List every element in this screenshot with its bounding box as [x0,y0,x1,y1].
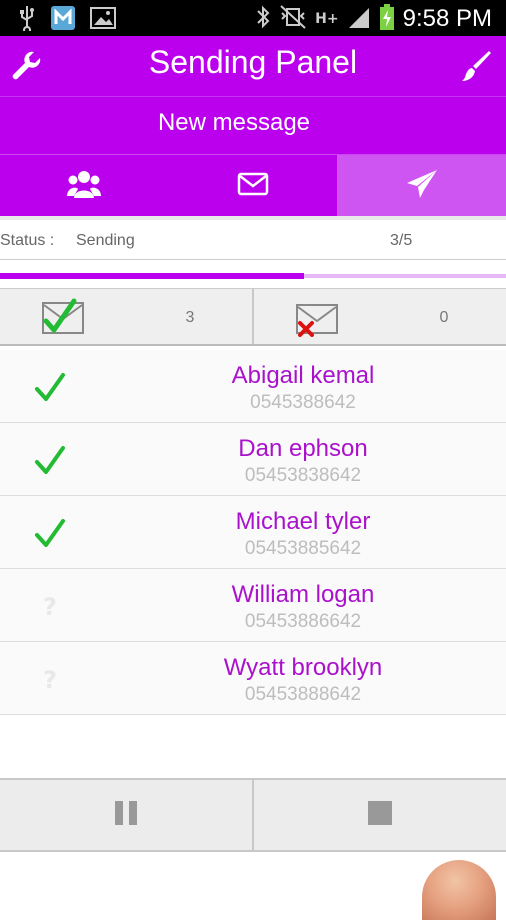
message-subheader: New message [0,96,506,154]
bluetooth-icon [255,4,271,34]
result-counters: 3 0 [0,288,506,346]
brush-icon[interactable] [460,50,494,84]
image-notification-icon [90,6,116,34]
finger-image [422,860,496,920]
progress-fill [0,273,304,279]
list-item[interactable]: ? William logan 05453886642 [0,569,506,642]
contact-name: Michael tyler [235,508,371,535]
contact-phone: 05453885642 [244,538,362,559]
stop-icon [367,800,393,830]
check-icon [28,441,72,481]
status-value: Sending [76,232,135,249]
failed-counter: 0 [252,289,506,344]
status-count: 3/5 [390,232,413,249]
recipient-list: Abigail kemal 0545388642 Dan ephson 0545383… [0,350,506,715]
stop-button[interactable] [252,780,506,850]
system-status-bar: H+ 9:58 PM [0,0,506,36]
list-item[interactable]: Michael tyler 05453885642 [0,496,506,569]
tab-bar [0,154,506,216]
contact-phone: 05453838642 [244,465,362,486]
notification-icons [18,5,116,35]
pending-icon: ? [28,587,72,627]
network-type-label: H+ [315,11,339,27]
send-status: Status : Sending 3/5 [0,216,506,260]
contact-name: William logan [231,581,375,608]
pending-icon: ? [28,660,72,700]
group-icon [67,169,102,203]
clock: 9:58 PM [402,5,492,32]
failed-count: 0 [439,309,449,326]
check-icon [28,514,72,554]
list-item[interactable]: ? Wyatt brooklyn 05453888642 [0,642,506,715]
pause-button[interactable] [0,780,252,850]
pending-glyph: ? [43,666,57,694]
status-label: Status : [0,232,55,249]
tab-message[interactable] [169,155,338,216]
contact-name: Abigail kemal [231,362,375,389]
battery-icon [379,3,395,35]
sent-count: 3 [185,309,195,326]
app-header: Sending Panel [0,36,506,96]
signal-icon [347,4,371,34]
list-item[interactable]: Dan ephson 05453838642 [0,423,506,496]
app-notification-icon [50,5,76,35]
playback-controls [0,778,506,852]
tab-send[interactable] [337,155,506,216]
contact-name: Wyatt brooklyn [223,654,383,681]
failed-envelope-icon [296,297,340,341]
system-icons: H+ 9:58 PM [255,3,492,35]
contact-phone: 05453888642 [244,684,362,705]
vibrate-mute-icon [279,4,307,34]
envelope-icon [237,172,269,200]
pause-icon [113,800,139,830]
footer-area [0,852,506,920]
page-title: Sending Panel [148,44,358,80]
usb-icon [18,5,36,35]
contact-name: Dan ephson [238,435,368,462]
send-icon [405,169,439,203]
list-item[interactable]: Abigail kemal 0545388642 [0,350,506,423]
sent-envelope-icon [42,297,86,341]
tab-contacts[interactable] [0,155,169,216]
sent-counter: 3 [0,289,252,344]
network-type-icon: H+ [315,12,338,26]
send-progress-bar [0,272,506,280]
check-icon [28,368,72,408]
message-title: New message [157,109,311,136]
contact-phone: 0545388642 [250,392,356,413]
pending-glyph: ? [43,593,57,621]
contact-phone: 05453886642 [244,611,362,632]
